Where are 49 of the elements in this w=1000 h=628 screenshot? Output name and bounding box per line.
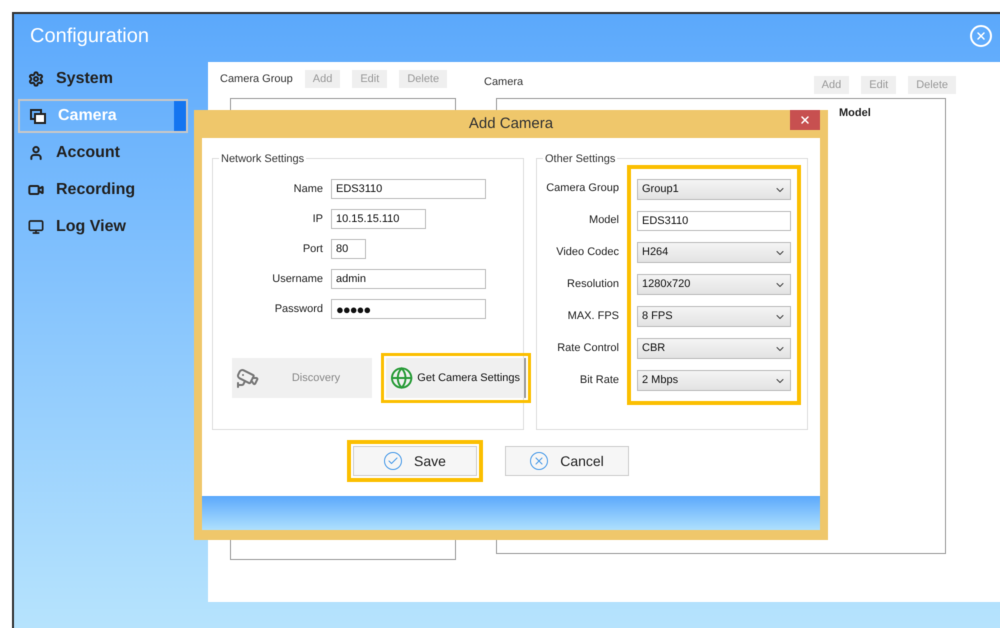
field-label: Model [588,213,619,228]
group-title: Other Settings [543,151,618,168]
input-field[interactable]: admin [331,269,486,289]
globe-icon [390,366,414,390]
password-field[interactable]: ●●●●● [331,299,486,319]
input-field[interactable]: EDS3110 [331,179,486,199]
close-button[interactable] [790,110,820,130]
field-label: Password [274,302,323,317]
group-title: Network Settings [219,151,306,168]
close-icon [975,30,987,42]
gear-icon [28,71,44,87]
field-label: Video Codec [555,245,619,260]
close-button[interactable] [970,25,992,47]
field-label: Camera Group [545,181,619,196]
dropdown[interactable]: 8 FPS [637,306,791,327]
sidebar-item[interactable]: Account [18,136,188,170]
group-title: Camera Group [220,72,293,87]
dialog-title: Add Camera [468,114,554,134]
field-label: MAX. FPS [566,309,619,324]
field-label: Port [302,242,323,257]
column-header: Model [838,106,872,121]
field-label: Rate Control [556,341,619,356]
video-camera-icon [28,182,44,198]
field-label: Resolution [566,277,619,292]
monitor-icon [28,219,44,235]
dropdown[interactable]: Group1 [637,179,791,200]
input-field[interactable]: 80 [331,239,366,259]
dropdown[interactable]: CBR [637,338,791,359]
dropdown[interactable]: 2 Mbps [637,370,791,391]
dialog-button[interactable]: Save [353,446,477,476]
sidebar-item[interactable]: Log View [18,210,188,244]
field-label: Name [292,182,323,197]
sidebar-item[interactable]: Recording [18,173,188,207]
group-title: Camera [484,74,524,90]
window-title: Configuration [30,24,149,49]
cctv-camera-icon [236,366,260,390]
field-label: Bit Rate [578,373,619,388]
field-label: Username [271,272,323,287]
input-field[interactable]: 10.15.15.110 [331,209,426,229]
user-icon [28,145,44,161]
dropdown[interactable]: H264 [637,242,791,263]
action-button[interactable]: Get Camera Settings [386,358,526,398]
windows-icon [30,108,46,124]
dialog-button[interactable]: Cancel [505,446,629,476]
sidebar-item[interactable]: System [18,62,188,96]
close-icon [799,114,811,126]
field-label: IP [312,212,323,227]
dropdown[interactable]: 1280x720 [637,274,791,295]
input-field[interactable]: EDS3110 [637,211,791,231]
